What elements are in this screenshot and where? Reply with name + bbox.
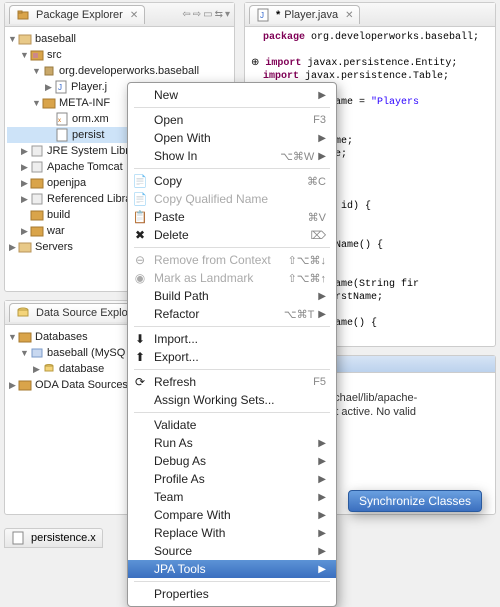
java-file-icon: J bbox=[54, 80, 68, 94]
editor-tab-label: Player.java bbox=[284, 9, 338, 21]
tab-label: Package Explorer bbox=[36, 9, 123, 21]
java-file-icon: J bbox=[256, 8, 270, 22]
menu-build-path[interactable]: Build Path▶ bbox=[128, 287, 336, 305]
menu-jpa-tools[interactable]: JPA Tools▶ bbox=[128, 560, 336, 578]
jpa-tools-submenu: Synchronize Classes bbox=[348, 490, 482, 512]
xml-file-icon: x bbox=[55, 112, 69, 126]
project-icon bbox=[18, 32, 32, 46]
menu-show-in[interactable]: Show In⌥⌘W▶ bbox=[128, 147, 336, 165]
src-label: src bbox=[47, 49, 62, 61]
database-icon bbox=[16, 306, 30, 320]
build-label: build bbox=[47, 209, 70, 221]
paste-icon: 📋 bbox=[133, 210, 147, 224]
oda-label: ODA Data Sources bbox=[35, 379, 128, 391]
close-icon[interactable]: ✕ bbox=[345, 10, 353, 21]
editor-tab[interactable]: J * Player.java ✕ bbox=[249, 5, 360, 24]
back-icon[interactable]: ⇦ bbox=[182, 9, 190, 20]
menu-remove-context: ⊖Remove from Context⇧⌥⌘↓ bbox=[128, 251, 336, 269]
menu-properties[interactable]: Properties bbox=[128, 585, 336, 603]
editor-header: J * Player.java ✕ bbox=[245, 3, 495, 27]
metainf-label: META-INF bbox=[59, 97, 110, 109]
menu-refactor[interactable]: Refactor⌥⌘T▶ bbox=[128, 305, 336, 323]
bottom-editor-tab[interactable]: persistence.x bbox=[4, 528, 103, 548]
menu-open-with[interactable]: Open With▶ bbox=[128, 129, 336, 147]
collapse-icon[interactable]: ▭ bbox=[203, 9, 212, 20]
package-explorer-header: Package Explorer ✕ ⇦ ⇨ ▭ ⇆ ▾ bbox=[5, 3, 234, 27]
menu-run-as[interactable]: Run As▶ bbox=[128, 434, 336, 452]
view-toolbar: ⇦ ⇨ ▭ ⇆ ▾ bbox=[182, 9, 230, 20]
folder-icon bbox=[18, 378, 32, 392]
forward-icon[interactable]: ⇨ bbox=[193, 9, 201, 20]
dirty-marker: * bbox=[276, 9, 280, 21]
remove-icon: ⊖ bbox=[133, 253, 147, 267]
menu-refresh[interactable]: ⟳RefreshF5 bbox=[128, 373, 336, 391]
menu-synchronize-classes[interactable]: Synchronize Classes bbox=[359, 494, 471, 508]
orm-label: orm.xm bbox=[72, 113, 109, 125]
folder-icon bbox=[42, 96, 56, 110]
close-icon[interactable]: ✕ bbox=[130, 10, 138, 21]
menu-source[interactable]: Source▶ bbox=[128, 542, 336, 560]
connection-label: baseball (MySQ bbox=[47, 347, 125, 359]
menu-assign-sets[interactable]: Assign Working Sets... bbox=[128, 391, 336, 409]
menu-compare[interactable]: Compare With▶ bbox=[128, 506, 336, 524]
menu-delete[interactable]: ✖Delete⌦ bbox=[128, 226, 336, 244]
import-icon: ⬇ bbox=[133, 332, 147, 346]
package-explorer-tab[interactable]: Package Explorer ✕ bbox=[9, 5, 145, 24]
library-icon bbox=[30, 144, 44, 158]
menu-team[interactable]: Team▶ bbox=[128, 488, 336, 506]
src-folder-icon bbox=[30, 48, 44, 62]
library-icon bbox=[30, 160, 44, 174]
dbitem-label: database bbox=[59, 363, 104, 375]
connection-icon bbox=[30, 346, 44, 360]
link-icon[interactable]: ⇆ bbox=[215, 9, 223, 20]
jre-label: JRE System Libra bbox=[47, 145, 135, 157]
menu-copy[interactable]: 📄Copy⌘C bbox=[128, 172, 336, 190]
reflib-label: Referenced Libra bbox=[47, 193, 131, 205]
war-label: war bbox=[47, 225, 65, 237]
package-label: org.developerworks.baseball bbox=[59, 65, 199, 77]
package-icon bbox=[42, 64, 56, 78]
menu-mark-landmark: ◉Mark as Landmark⇧⌥⌘↑ bbox=[128, 269, 336, 287]
svg-text:J: J bbox=[58, 83, 62, 92]
xml-file-icon bbox=[55, 128, 69, 142]
refresh-icon: ⟳ bbox=[133, 375, 147, 389]
database-icon bbox=[42, 362, 56, 376]
menu-replace[interactable]: Replace With▶ bbox=[128, 524, 336, 542]
folder-icon bbox=[18, 330, 32, 344]
menu-export[interactable]: ⬆Export... bbox=[128, 348, 336, 366]
package-icon bbox=[16, 8, 30, 22]
menu-icon[interactable]: ▾ bbox=[225, 9, 230, 20]
menu-import[interactable]: ⬇Import... bbox=[128, 330, 336, 348]
svg-text:x: x bbox=[58, 118, 61, 124]
menu-validate[interactable]: Validate bbox=[128, 416, 336, 434]
menu-debug-as[interactable]: Debug As▶ bbox=[128, 452, 336, 470]
xml-file-icon bbox=[11, 531, 25, 545]
tab-label: Data Source Explorer bbox=[36, 307, 141, 319]
copy-icon: 📄 bbox=[133, 174, 147, 188]
library-icon bbox=[30, 192, 44, 206]
menu-open[interactable]: OpenF3 bbox=[128, 111, 336, 129]
project-label: baseball bbox=[35, 33, 76, 45]
context-menu: New▶ OpenF3 Open With▶ Show In⌥⌘W▶ 📄Copy… bbox=[127, 82, 337, 607]
persistence-label: persist bbox=[72, 129, 104, 141]
menu-profile-as[interactable]: Profile As▶ bbox=[128, 470, 336, 488]
copy-icon: 📄 bbox=[133, 192, 147, 206]
menu-copy-qualified: 📄Copy Qualified Name bbox=[128, 190, 336, 208]
export-icon: ⬆ bbox=[133, 350, 147, 364]
folder-icon bbox=[30, 208, 44, 222]
tomcat-label: Apache Tomcat bbox=[47, 161, 123, 173]
folder-icon bbox=[30, 176, 44, 190]
svg-text:J: J bbox=[260, 11, 264, 20]
landmark-icon: ◉ bbox=[133, 271, 147, 285]
menu-paste[interactable]: 📋Paste⌘V bbox=[128, 208, 336, 226]
player-label: Player.j bbox=[71, 81, 107, 93]
tab-label: persistence.x bbox=[31, 532, 96, 544]
folder-icon bbox=[30, 224, 44, 238]
menu-new[interactable]: New▶ bbox=[128, 86, 336, 104]
delete-icon: ✖ bbox=[133, 228, 147, 242]
db-folder-label: Databases bbox=[35, 331, 88, 343]
openjpa-label: openjpa bbox=[47, 177, 86, 189]
servers-label: Servers bbox=[35, 241, 73, 253]
project-icon bbox=[18, 240, 32, 254]
